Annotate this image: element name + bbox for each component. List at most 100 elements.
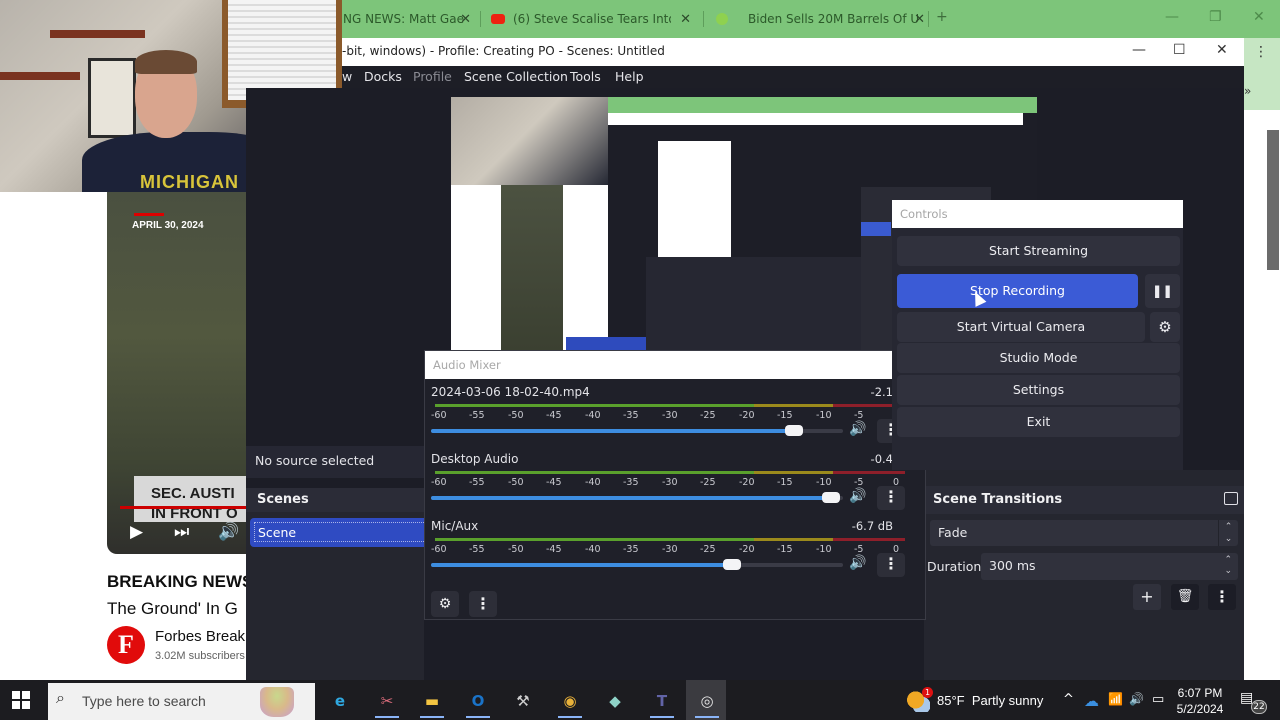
person-hair bbox=[135, 50, 197, 74]
file-explorer-icon[interactable]: ▬ bbox=[418, 687, 446, 715]
mute-toggle-icon[interactable]: 🔊 bbox=[849, 488, 866, 504]
browser-tab[interactable]: Biden Sells 20M Barrels Of US C ✕ bbox=[716, 9, 925, 29]
select-arrows-icon: ⌃ ⌄ bbox=[1218, 520, 1238, 546]
volume-icon[interactable]: 🔊 bbox=[1129, 692, 1144, 706]
taskbar-clock[interactable]: 6:07 PM 5/2/2024 bbox=[1170, 685, 1230, 717]
mute-toggle-icon[interactable]: 🔊 bbox=[849, 555, 866, 571]
spin-arrows-icon[interactable]: ⌃ ⌄ bbox=[1224, 555, 1232, 577]
tray-overflow-icon[interactable]: ^ bbox=[1063, 692, 1074, 707]
obs-close-button[interactable]: ✕ bbox=[1216, 42, 1228, 58]
new-tab-button[interactable]: + bbox=[936, 9, 948, 25]
browser-menu-icon[interactable]: ⋮ bbox=[1254, 44, 1268, 60]
tools-icon[interactable]: ⚒ bbox=[509, 687, 537, 715]
chevron-icon[interactable]: » bbox=[1244, 84, 1251, 98]
browser-minimize-button[interactable]: — bbox=[1165, 9, 1179, 25]
wifi-icon[interactable]: 📶 bbox=[1108, 692, 1123, 706]
menu-profile[interactable]: Profile bbox=[413, 69, 452, 84]
duration-spinbox[interactable]: 300 ms ⌃ ⌄ bbox=[981, 553, 1238, 580]
pause-recording-button[interactable]: ❚❚ bbox=[1145, 274, 1180, 308]
close-tab-icon[interactable]: ✕ bbox=[914, 12, 925, 27]
play-icon[interactable]: ▶ bbox=[130, 522, 143, 542]
undock-icon[interactable] bbox=[1224, 492, 1238, 505]
browser-restore-button[interactable]: ❐ bbox=[1209, 9, 1222, 25]
transition-select[interactable]: Fade ⌃ ⌄ bbox=[930, 520, 1238, 546]
close-tab-icon[interactable]: ✕ bbox=[460, 12, 471, 27]
video-date-overlay: APRIL 30, 2024 bbox=[132, 220, 204, 231]
obs-icon[interactable]: ◎ bbox=[693, 687, 721, 715]
running-app-indicator bbox=[420, 716, 444, 718]
edge-icon[interactable]: e bbox=[326, 687, 354, 715]
volume-slider-thumb[interactable] bbox=[821, 492, 840, 503]
obs-maximize-button[interactable]: ☐ bbox=[1173, 42, 1186, 58]
menu-help[interactable]: Help bbox=[615, 69, 644, 84]
wall-poster bbox=[88, 58, 136, 138]
add-transition-button[interactable]: + bbox=[1133, 584, 1161, 610]
snipping-tool-icon[interactable]: ✂ bbox=[373, 687, 401, 715]
exit-button[interactable]: Exit bbox=[897, 407, 1180, 437]
channel-menu-button[interactable]: ⋮ bbox=[877, 486, 905, 510]
virtual-camera-settings-button[interactable]: ⚙ bbox=[1150, 312, 1180, 342]
settings-button[interactable]: Settings bbox=[897, 375, 1180, 405]
channel-menu-button[interactable]: ⋮ bbox=[877, 553, 905, 577]
channel-avatar[interactable]: F bbox=[107, 626, 145, 664]
scene-name: Scene bbox=[254, 522, 424, 542]
volume-meter bbox=[435, 471, 905, 474]
browser-close-button[interactable]: ✕ bbox=[1253, 9, 1265, 25]
mute-toggle-icon[interactable]: 🔊 bbox=[849, 421, 866, 437]
advanced-audio-settings-button[interactable]: ⚙ bbox=[431, 591, 459, 617]
delete-transition-button[interactable]: 🗑 bbox=[1171, 584, 1199, 610]
volume-icon[interactable]: 🔊 bbox=[218, 522, 239, 542]
volume-slider[interactable] bbox=[431, 492, 843, 503]
start-virtual-camera-button[interactable]: Start Virtual Camera bbox=[897, 312, 1145, 342]
outlook-icon[interactable]: O bbox=[464, 687, 492, 715]
video-date-accent bbox=[134, 213, 164, 216]
browser-tab[interactable]: (6) Steve Scalise Tears Into Bide ✕ bbox=[491, 9, 691, 29]
meter-tick-label: -45 bbox=[546, 477, 562, 488]
chrome-icon[interactable]: ◉ bbox=[556, 687, 584, 715]
teams-icon[interactable]: T bbox=[648, 687, 676, 715]
browser-tab[interactable]: NG NEWS: Matt Gae ✕ bbox=[343, 9, 471, 29]
obs-menubar: w Docks Profile Scene Collection Tools H… bbox=[342, 66, 1244, 88]
meter-tick-label: -10 bbox=[816, 477, 832, 488]
start-streaming-button[interactable]: Start Streaming bbox=[897, 236, 1180, 266]
obs-minimize-button[interactable]: — bbox=[1132, 42, 1146, 58]
volume-slider-thumb[interactable] bbox=[784, 425, 803, 436]
obs-window-title: -bit, windows) - Profile: Creating PO - … bbox=[342, 44, 665, 58]
meter-tick-label: -50 bbox=[508, 544, 524, 555]
weather-temp: 85°F bbox=[937, 693, 965, 708]
menu-docks[interactable]: Docks bbox=[364, 69, 402, 84]
meter-tick-label: -10 bbox=[816, 544, 832, 555]
next-icon[interactable]: ⏭ bbox=[174, 522, 189, 542]
meter-tick-label: -40 bbox=[585, 544, 601, 555]
taskbar-search-box[interactable]: ⌕ Type here to search bbox=[48, 683, 315, 720]
duration-value: 300 ms bbox=[989, 558, 1036, 573]
menu-tools[interactable]: Tools bbox=[570, 69, 601, 84]
volume-meter bbox=[435, 404, 905, 407]
weather-widget[interactable]: 85°F Partly sunny bbox=[937, 693, 1043, 708]
running-app-indicator bbox=[650, 716, 674, 718]
notes-icon[interactable]: ◆ bbox=[601, 687, 629, 715]
lower-third-line: SEC. AUSTI bbox=[151, 485, 235, 502]
video-title[interactable]: BREAKING NEWS The Ground' In G bbox=[107, 568, 246, 622]
mixer-menu-button[interactable]: ⋮ bbox=[469, 591, 497, 617]
wall-shelf bbox=[50, 30, 145, 38]
page-scrollbar-thumb[interactable] bbox=[1267, 130, 1279, 270]
scene-list-item[interactable]: Scene bbox=[250, 518, 424, 547]
windows-start-icon[interactable] bbox=[12, 691, 30, 709]
menu-view[interactable]: w bbox=[342, 69, 352, 84]
subscriber-count: 3.02M subscribers bbox=[155, 650, 245, 662]
wall-shelf bbox=[0, 72, 80, 80]
browser-tab-title: Biden Sells 20M Barrels Of US C bbox=[748, 12, 918, 26]
volume-slider[interactable] bbox=[431, 559, 843, 570]
lower-third-accent bbox=[120, 506, 246, 509]
studio-mode-button[interactable]: Studio Mode bbox=[897, 343, 1180, 373]
transition-menu-button[interactable]: ⋮ bbox=[1208, 584, 1236, 610]
stop-recording-button[interactable]: Stop Recording bbox=[897, 274, 1138, 308]
close-tab-icon[interactable]: ✕ bbox=[680, 12, 691, 27]
onedrive-icon[interactable]: ☁ bbox=[1084, 692, 1099, 710]
volume-slider-thumb[interactable] bbox=[722, 559, 741, 570]
volume-slider[interactable] bbox=[431, 425, 843, 436]
menu-scene-collection[interactable]: Scene Collection bbox=[464, 69, 568, 84]
channel-name[interactable]: Forbes Breaking News bbox=[155, 628, 245, 645]
battery-icon[interactable]: ▭ bbox=[1152, 692, 1164, 707]
